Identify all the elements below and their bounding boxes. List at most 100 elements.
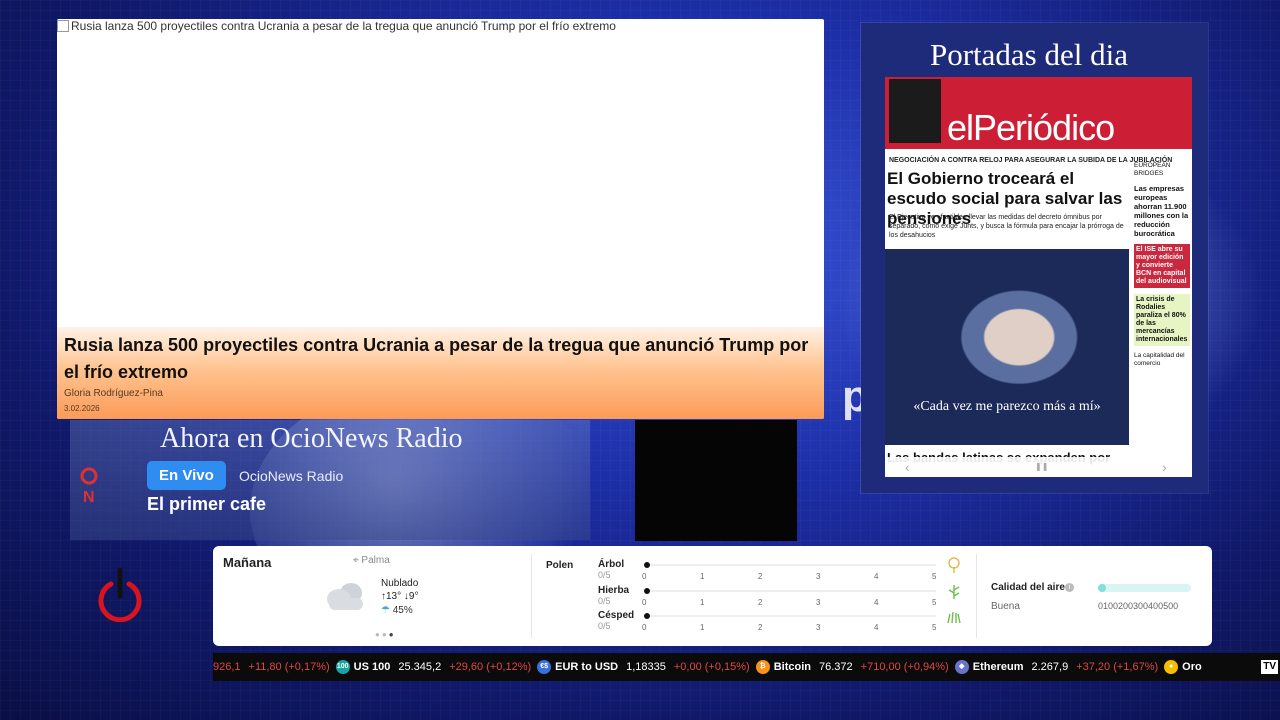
weather-condition: Nublado: [381, 578, 419, 589]
herb-icon: [948, 585, 960, 599]
polen-scale-tick: 0: [642, 598, 647, 607]
weather-location: ⌖ Palma: [353, 555, 390, 566]
ticker-item[interactable]: €$ EUR to USD 1,18335 +0,00 (+0,15%): [537, 660, 750, 675]
ticker-item[interactable]: 926,1 +11,80 (+0,17%): [213, 661, 330, 673]
side-section: EUROPEAN BRIDGES: [1134, 162, 1171, 177]
polen-track: [650, 615, 936, 617]
portadas-title: Portadas del dia: [929, 37, 1128, 72]
side-story-3: La crisis de Rodalies paraliza el 80% de…: [1134, 294, 1190, 346]
grass-icon: [947, 611, 961, 624]
ticker-name: Oro: [1182, 661, 1202, 673]
radio-program: El primer cafe: [147, 494, 267, 514]
video-player[interactable]: [635, 420, 797, 541]
polen-track: [650, 564, 936, 566]
news-image: Rusia lanza 500 proyectiles contra Ucran…: [57, 19, 616, 33]
cover-nav: ‹ ❚❚ ›: [885, 457, 1192, 477]
paper-sidebar: EUROPEAN BRIDGES Las empresas europeas a…: [1134, 162, 1190, 374]
polen-scale-tick: 4: [874, 598, 879, 607]
pause-icon[interactable]: ❚❚: [1035, 462, 1048, 471]
masthead-photo: [889, 79, 941, 143]
location-pin-icon: ⌖: [353, 555, 359, 566]
polen-scale-tick: 5: [932, 598, 937, 607]
polen-scale-tick: 3: [816, 598, 821, 607]
ticker-name: Bitcoin: [773, 661, 811, 673]
temp-min: 9°: [408, 591, 419, 602]
ticker-change: +710,00 (+0,94%): [860, 661, 949, 673]
ticker-change: +0,00 (+0,15%): [673, 661, 750, 673]
temp-max: 13°: [386, 591, 402, 602]
ticker-row: 926,1 +11,80 (+0,17%) 100 US 100 25.345,2 +29…: [213, 653, 1216, 681]
polen-scale-tick: 0: [642, 623, 647, 632]
polen-label: Polen: [546, 560, 574, 571]
polen-scale-tick: 3: [816, 623, 821, 632]
news-image-alt: Rusia lanza 500 proyectiles contra Ucran…: [71, 19, 616, 33]
carousel-dots[interactable]: ●●●: [375, 630, 396, 639]
radio-station: OcioNews Radio: [239, 468, 344, 484]
news-headline[interactable]: Rusia lanza 500 proyectiles contra Ucran…: [64, 332, 814, 386]
ticker-icon: 100: [335, 660, 350, 675]
ticker-item[interactable]: ◆ Ethereum 2.267,9 +37,20 (+1,67%): [954, 660, 1158, 675]
polen-scale-tick: 4: [874, 572, 879, 581]
umbrella-icon: ☂: [381, 605, 390, 616]
polen-value: 0/5: [598, 570, 611, 580]
polen-scale-tick: 1: [700, 623, 705, 632]
carousel-dot[interactable]: ●: [375, 630, 382, 639]
ticker-value: 926,1: [213, 661, 241, 673]
live-button[interactable]: En Vivo: [147, 461, 226, 490]
chevron-right-icon[interactable]: ›: [1162, 459, 1167, 475]
polen-name: Hierba: [598, 585, 630, 596]
paper-masthead: elPeriódico: [885, 77, 1192, 149]
side-story-2: El ISE abre su mayor edición y convierte…: [1134, 244, 1190, 288]
polen-scale-tick: 5: [932, 572, 937, 581]
ticker-change: +11,80 (+0,17%): [248, 661, 330, 673]
info-icon[interactable]: i: [1065, 583, 1074, 592]
polen-scale-tick: 2: [758, 572, 763, 581]
air-quality-bar: [1098, 584, 1191, 592]
ticker-icon: ●: [1164, 660, 1179, 675]
carousel-dot-active[interactable]: ●: [389, 630, 396, 639]
ticker-change: +29,60 (+0,12%): [449, 661, 532, 673]
polen-scale-tick: 2: [758, 598, 763, 607]
weather-location-name: Palma: [361, 555, 390, 566]
news-card[interactable]: Rusia lanza 500 proyectiles contra Ucran…: [57, 19, 824, 419]
polen-name: Árbol: [598, 559, 625, 570]
market-ticker: 926,1 +11,80 (+0,17%) 100 US 100 25.345,2 +29…: [213, 653, 1280, 681]
air-quality-scale: 0100200300400500: [1098, 601, 1179, 611]
rain-probability: ☂ 45%: [381, 605, 413, 616]
ticker-name: EUR to USD: [555, 661, 619, 673]
carousel-dot[interactable]: ●: [382, 630, 389, 639]
polen-scale-tick: 3: [816, 572, 821, 581]
ticker-name: US 100: [353, 661, 391, 673]
air-quality-value: Buena: [991, 601, 1020, 612]
ticker-icon: €$: [537, 660, 552, 675]
ticker-item[interactable]: ● Oro: [1164, 660, 1210, 675]
air-quality-fill: [1098, 584, 1106, 592]
ticker-item[interactable]: ₿ Bitcoin 76.372 +710,00 (+0,94%): [755, 660, 949, 675]
polen-track: [650, 590, 936, 592]
radio-title: Ahora en OcioNews Radio: [160, 423, 463, 454]
weather-widget: Mañana ⌖ Palma Nublado ↑13° ↓9° ☂ 45% ●●…: [213, 546, 1212, 646]
weather-temps: ↑13° ↓9°: [381, 591, 418, 602]
polen-row: Césped 0/5 0 1 2 3 4 5: [598, 610, 961, 634]
newspaper-cover[interactable]: elPeriódico NEGOCIACIÓN A CONTRA RELOJ P…: [885, 77, 1192, 477]
polen-scale-tick: 1: [700, 572, 705, 581]
side-story-4: La capitalidad del comercio: [1134, 352, 1185, 367]
ticker-value: 1,18335: [626, 661, 666, 673]
side-story-1: Las empresas europeas ahorran 11.900 mil…: [1134, 184, 1189, 238]
paper-name: elPeriódico: [947, 107, 1115, 148]
divider: [976, 554, 977, 638]
rain-value: 45%: [392, 605, 413, 616]
ticker-item[interactable]: 100 US 100 25.345,2 +29,60 (+0,12%): [335, 660, 532, 675]
tree-icon: [948, 557, 960, 573]
svg-text:N: N: [83, 489, 95, 506]
polen-scale-tick: 4: [874, 623, 879, 632]
chevron-left-icon[interactable]: ‹: [905, 459, 910, 475]
polen-name: Césped: [598, 610, 635, 621]
polen-scale-tick: 5: [932, 623, 937, 632]
weather-day: Mañana: [223, 555, 272, 570]
air-quality-label: Calidad del aire: [991, 582, 1065, 593]
cloud-icon: [327, 583, 363, 610]
ticker-icon: ₿: [755, 660, 770, 675]
paper-quote: «Cada vez me parezco más a mí»: [913, 399, 1101, 414]
power-icon[interactable]: [95, 566, 145, 622]
